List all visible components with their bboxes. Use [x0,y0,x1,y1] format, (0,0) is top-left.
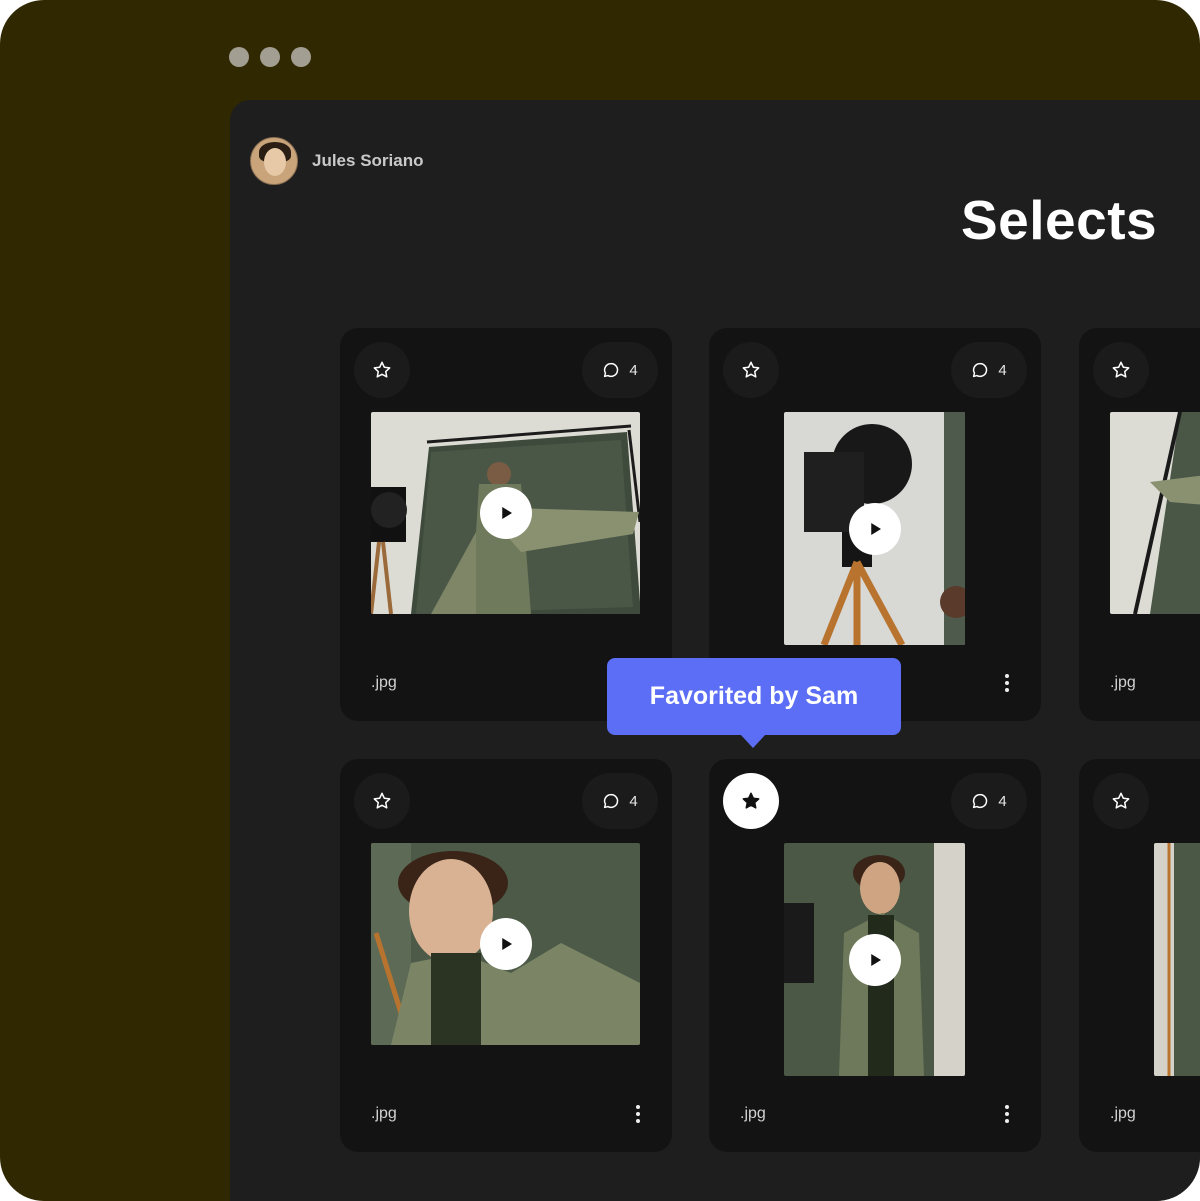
comments-button[interactable]: 4 [582,773,658,829]
comments-button[interactable]: 4 [951,342,1027,398]
more-vertical-icon[interactable] [999,1103,1015,1125]
media-thumbnail[interactable] [784,843,965,1076]
avatar [250,137,298,185]
play-button[interactable] [849,934,901,986]
favorite-tooltip: Favorited by Sam [607,658,901,735]
window-dot[interactable] [260,47,280,67]
media-card[interactable]: .jpg [1079,328,1200,721]
media-card[interactable]: 4 .jpg [709,759,1041,1152]
file-name: .jpg [371,1105,397,1123]
star-icon [372,360,392,380]
comment-count: 4 [629,362,637,379]
photo-thumbnail [1154,843,1200,1076]
comment-icon [602,792,620,810]
star-icon [741,360,761,380]
play-icon [497,504,515,522]
play-icon [866,951,884,969]
tooltip-text: Favorited by Sam [650,682,858,711]
media-card[interactable]: .jpg [1079,759,1200,1152]
window-dot[interactable] [291,47,311,67]
star-icon [741,791,761,811]
page-title: Selects [961,188,1157,252]
app-frame: Jules Soriano Selects 4 [0,0,1200,1201]
media-thumbnail[interactable] [371,843,640,1045]
media-card[interactable]: 4 .jpg [340,759,672,1152]
favorite-button[interactable] [1093,773,1149,829]
comments-button[interactable]: 4 [951,773,1027,829]
comment-count: 4 [998,793,1006,810]
photo-thumbnail [1110,412,1200,614]
window-dot[interactable] [229,47,249,67]
user-profile[interactable]: Jules Soriano [250,137,423,185]
file-name: .jpg [1110,1105,1136,1123]
media-thumbnail[interactable] [371,412,640,614]
media-thumbnail[interactable] [1154,843,1200,1076]
play-button[interactable] [480,918,532,970]
comment-icon [971,792,989,810]
favorite-button[interactable] [1093,342,1149,398]
file-name: .jpg [371,674,397,692]
main-panel: Jules Soriano Selects 4 [230,100,1200,1201]
comment-count: 4 [998,362,1006,379]
comment-icon [971,361,989,379]
user-name: Jules Soriano [312,151,423,171]
window-controls [229,47,311,67]
play-button[interactable] [849,503,901,555]
more-vertical-icon[interactable] [999,672,1015,694]
media-thumbnail[interactable] [1110,412,1200,614]
star-icon [372,791,392,811]
file-name: .jpg [740,1105,766,1123]
play-button[interactable] [480,487,532,539]
file-name: .jpg [1110,674,1136,692]
media-thumbnail[interactable] [784,412,965,645]
favorite-button[interactable] [723,773,779,829]
star-icon [1111,791,1131,811]
favorite-button[interactable] [354,342,410,398]
favorite-button[interactable] [354,773,410,829]
play-icon [497,935,515,953]
favorite-button[interactable] [723,342,779,398]
play-icon [866,520,884,538]
more-vertical-icon[interactable] [630,1103,646,1125]
comments-button[interactable]: 4 [582,342,658,398]
star-icon [1111,360,1131,380]
comment-count: 4 [629,793,637,810]
comment-icon [602,361,620,379]
